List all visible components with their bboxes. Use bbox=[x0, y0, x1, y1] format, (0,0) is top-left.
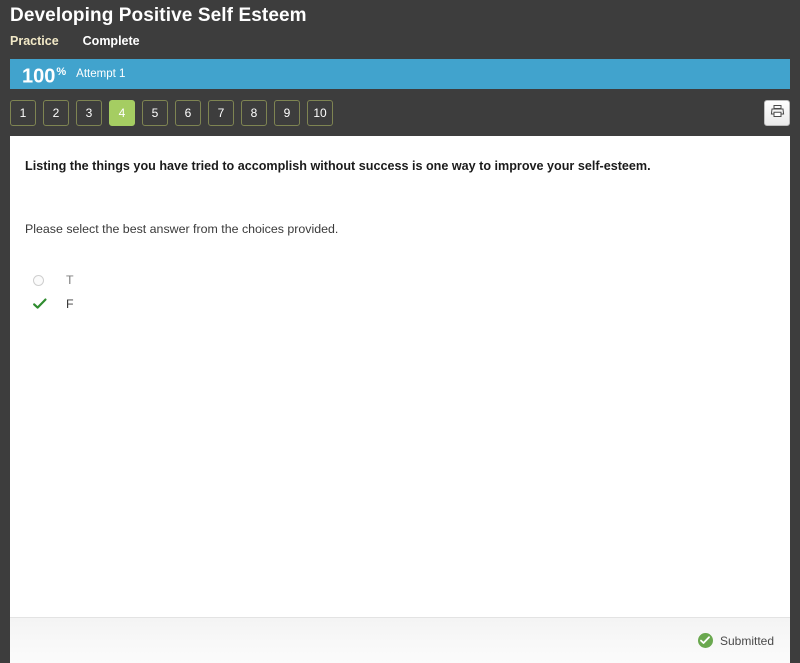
question-stem: Listing the things you have tried to acc… bbox=[25, 159, 651, 173]
question-tab-7[interactable]: 7 bbox=[208, 100, 234, 126]
question-tab-3[interactable]: 3 bbox=[76, 100, 102, 126]
question-nav-row: 1 2 3 4 5 6 7 8 9 10 bbox=[10, 98, 790, 128]
status-badge: Submitted bbox=[697, 633, 774, 649]
attempt-label: Attempt 1 bbox=[76, 68, 126, 80]
question-tab-1[interactable]: 1 bbox=[10, 100, 36, 126]
question-tab-6[interactable]: 6 bbox=[175, 100, 201, 126]
tab-complete[interactable]: Complete bbox=[83, 32, 140, 50]
print-button[interactable] bbox=[764, 100, 790, 126]
question-instruction: Please select the best answer from the c… bbox=[25, 222, 339, 236]
progress-percent-symbol: % bbox=[56, 65, 67, 78]
choice-option-f[interactable]: F bbox=[25, 292, 775, 316]
check-circle-icon bbox=[697, 633, 713, 648]
progress-bar: 100% Attempt 1 bbox=[10, 59, 790, 89]
green-check-icon bbox=[25, 298, 55, 310]
status-label: Submitted bbox=[719, 633, 774, 648]
choice-label-f: F bbox=[66, 296, 74, 311]
question-nav: 1 2 3 4 5 6 7 8 9 10 bbox=[10, 100, 333, 126]
question-tab-4[interactable]: 4 bbox=[109, 100, 135, 126]
question-body: Listing the things you have tried to acc… bbox=[10, 136, 790, 617]
choice-list: T F bbox=[25, 268, 775, 316]
mode-tab-list: Practice Complete bbox=[10, 32, 800, 50]
choice-option-t[interactable]: T bbox=[25, 268, 775, 292]
question-panel: Listing the things you have tried to acc… bbox=[10, 136, 790, 663]
panel-footer: Submitted bbox=[10, 617, 790, 663]
tab-practice[interactable]: Practice bbox=[10, 32, 59, 50]
progress-percent-value: 100 bbox=[22, 65, 56, 88]
question-tab-2[interactable]: 2 bbox=[43, 100, 69, 126]
radio-circle bbox=[33, 274, 44, 286]
choice-label-t: T bbox=[66, 272, 74, 287]
app-header: Developing Positive Self Esteem Practice… bbox=[0, 0, 800, 50]
radio-unselected-icon[interactable] bbox=[25, 274, 55, 286]
question-tab-8[interactable]: 8 bbox=[241, 100, 267, 126]
progress-percent: 100% bbox=[22, 62, 66, 87]
page-title: Developing Positive Self Esteem bbox=[10, 5, 307, 26]
quiz-app: Developing Positive Self Esteem Practice… bbox=[0, 0, 800, 663]
question-tab-5[interactable]: 5 bbox=[142, 100, 168, 126]
question-tab-9[interactable]: 9 bbox=[274, 100, 300, 126]
printer-icon bbox=[770, 104, 785, 123]
question-tab-10[interactable]: 10 bbox=[307, 100, 333, 126]
